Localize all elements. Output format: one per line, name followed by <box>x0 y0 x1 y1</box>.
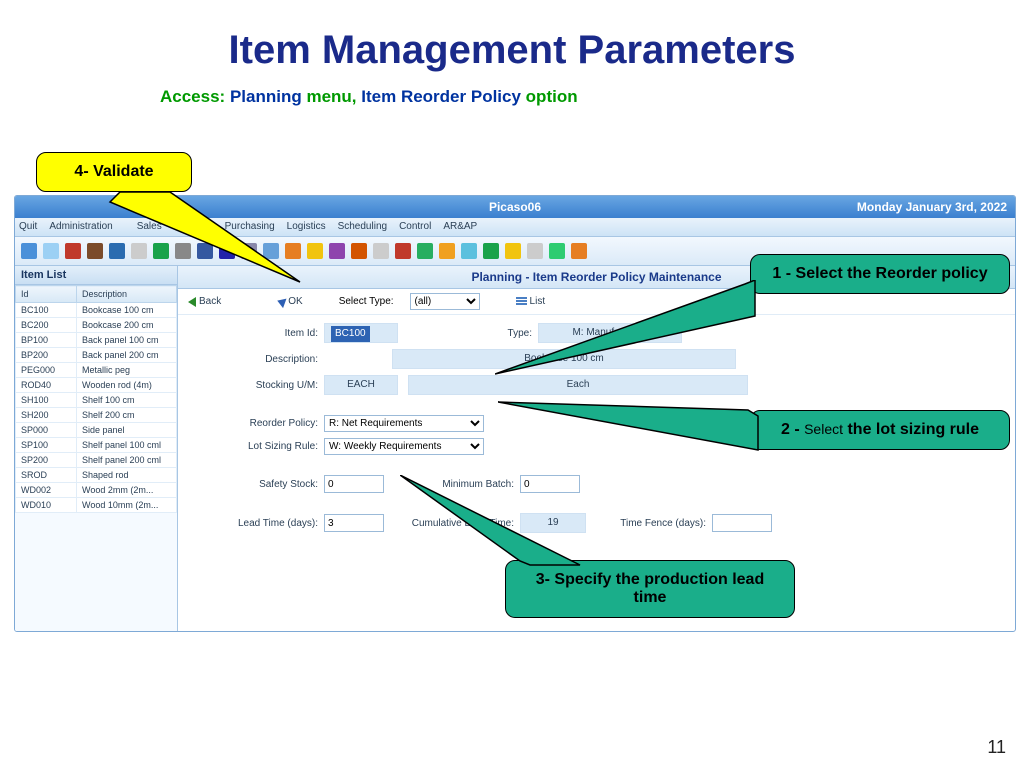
select-type-dropdown[interactable]: (all) <box>410 293 480 310</box>
table-row[interactable]: SH100Shelf 100 cm <box>16 393 177 408</box>
list-button[interactable]: List <box>516 296 546 307</box>
app-titlebar: Picaso06 Monday January 3rd, 2022 <box>15 196 1015 218</box>
menu-ar&ap[interactable]: AR&AP <box>443 221 477 232</box>
toolbar-icon-2[interactable] <box>65 243 81 259</box>
list-icon <box>516 297 527 306</box>
col-desc[interactable]: Description <box>77 286 177 303</box>
item-list-panel: Item List Id Description BC100Bookcase 1… <box>15 266 178 632</box>
safety-input[interactable] <box>324 475 384 493</box>
toolbar-icon-8[interactable] <box>197 243 213 259</box>
item-id-label: Item Id: <box>198 328 324 339</box>
select-type-label: Select Type: <box>339 296 394 307</box>
lot-select[interactable]: W: Weekly Requirements <box>324 438 484 455</box>
table-row[interactable]: BC200Bookcase 200 cm <box>16 318 177 333</box>
item-list-header: Item List <box>15 266 177 285</box>
table-row[interactable]: PEG000Metallic peg <box>16 363 177 378</box>
toolbar-icon-22[interactable] <box>505 243 521 259</box>
description-label: Description: <box>198 354 324 365</box>
back-button[interactable]: Back <box>188 296 221 307</box>
table-row[interactable]: SRODShaped rod <box>16 468 177 483</box>
table-row[interactable]: SP200Shelf panel 200 cml <box>16 453 177 468</box>
toolbar-icon-10[interactable] <box>241 243 257 259</box>
minbatch-label: Minimum Batch: <box>384 479 520 490</box>
table-row[interactable]: BP100Back panel 100 cm <box>16 333 177 348</box>
ok-button[interactable]: OK <box>277 296 302 307</box>
page-number: 11 <box>987 737 1006 758</box>
safety-label: Safety Stock: <box>198 479 324 490</box>
lead-input[interactable] <box>324 514 384 532</box>
access-line: Access: Planning menu, Item Reorder Poli… <box>0 81 1024 117</box>
menu-scheduling[interactable]: Scheduling <box>338 221 387 232</box>
reorder-label: Reorder Policy: <box>198 418 324 429</box>
toolbar-icon-19[interactable] <box>439 243 455 259</box>
toolbar-icon-4[interactable] <box>109 243 125 259</box>
app-date: Monday January 3rd, 2022 <box>857 196 1007 218</box>
callout-1: 1 - Select the Reorder policy <box>750 254 1010 294</box>
toolbar-icon-24[interactable] <box>549 243 565 259</box>
fence-label: Time Fence (days): <box>586 518 712 529</box>
check-icon <box>276 295 287 307</box>
item-table: Id Description BC100Bookcase 100 cmBC200… <box>15 285 177 513</box>
arrow-left-icon <box>188 297 196 307</box>
toolbar-icon-1[interactable] <box>43 243 59 259</box>
col-id[interactable]: Id <box>16 286 77 303</box>
toolbar-icon-15[interactable] <box>351 243 367 259</box>
uom-value2: Each <box>408 375 748 395</box>
cumlead-value: 19 <box>520 513 586 533</box>
toolbar-icon-14[interactable] <box>329 243 345 259</box>
menu-planning[interactable]: Planning <box>174 221 213 232</box>
uom-value: EACH <box>324 375 398 395</box>
toolbar-icon-6[interactable] <box>153 243 169 259</box>
fence-input[interactable] <box>712 514 772 532</box>
toolbar-icon-21[interactable] <box>483 243 499 259</box>
menu-purchasing[interactable]: Purchasing <box>225 221 275 232</box>
table-row[interactable]: WD010Wood 10mm (2m... <box>16 498 177 513</box>
slide-title: Item Management Parameters <box>0 0 1024 81</box>
toolbar-icon-11[interactable] <box>263 243 279 259</box>
toolbar-icon-20[interactable] <box>461 243 477 259</box>
table-row[interactable]: BP200Back panel 200 cm <box>16 348 177 363</box>
table-row[interactable]: WD002Wood 2mm (2m... <box>16 483 177 498</box>
lead-label: Lead Time (days): <box>198 518 324 529</box>
callout-4: 4- Validate <box>36 152 192 192</box>
table-row[interactable]: SP100Shelf panel 100 cml <box>16 438 177 453</box>
type-value: M: Manufactured <box>538 323 682 343</box>
menu-quit[interactable]: Quit <box>19 221 37 232</box>
lot-label: Lot Sizing Rule: <box>198 441 324 452</box>
toolbar-icon-18[interactable] <box>417 243 433 259</box>
item-id-value[interactable]: BC100 <box>331 326 370 342</box>
description-value: Bookcase 100 cm <box>392 349 736 369</box>
menu-sales[interactable]: Sales <box>137 221 162 232</box>
menu-administration[interactable]: Administration <box>49 221 112 232</box>
table-row[interactable]: SH200Shelf 200 cm <box>16 408 177 423</box>
menu-logistics[interactable]: Logistics <box>287 221 326 232</box>
toolbar-icon-12[interactable] <box>285 243 301 259</box>
toolbar-icon-23[interactable] <box>527 243 543 259</box>
toolbar-icon-17[interactable] <box>395 243 411 259</box>
menu-bar: Quit Administration Sales Planning Purchasin… <box>15 218 1015 237</box>
cumlead-label: Cumulative Lead Time: <box>384 518 520 529</box>
toolbar-icon-3[interactable] <box>87 243 103 259</box>
callout-2: 2 - Select the lot sizing rule <box>750 410 1010 450</box>
callout-3: 3- Specify the production lead time <box>505 560 795 618</box>
type-label: Type: <box>432 328 538 339</box>
toolbar-icon-25[interactable] <box>571 243 587 259</box>
menu-control[interactable]: Control <box>399 221 431 232</box>
reorder-select[interactable]: R: Net Requirements <box>324 415 484 432</box>
uom-label: Stocking U/M: <box>198 380 324 391</box>
table-row[interactable]: ROD40Wooden rod (4m) <box>16 378 177 393</box>
toolbar-icon-13[interactable] <box>307 243 323 259</box>
toolbar-icon-5[interactable] <box>131 243 147 259</box>
minbatch-input[interactable] <box>520 475 580 493</box>
table-row[interactable]: SP000Side panel <box>16 423 177 438</box>
toolbar-icon-9[interactable] <box>219 243 235 259</box>
toolbar-icon-16[interactable] <box>373 243 389 259</box>
table-row[interactable]: BC100Bookcase 100 cm <box>16 303 177 318</box>
toolbar-icon-0[interactable] <box>21 243 37 259</box>
toolbar-icon-7[interactable] <box>175 243 191 259</box>
